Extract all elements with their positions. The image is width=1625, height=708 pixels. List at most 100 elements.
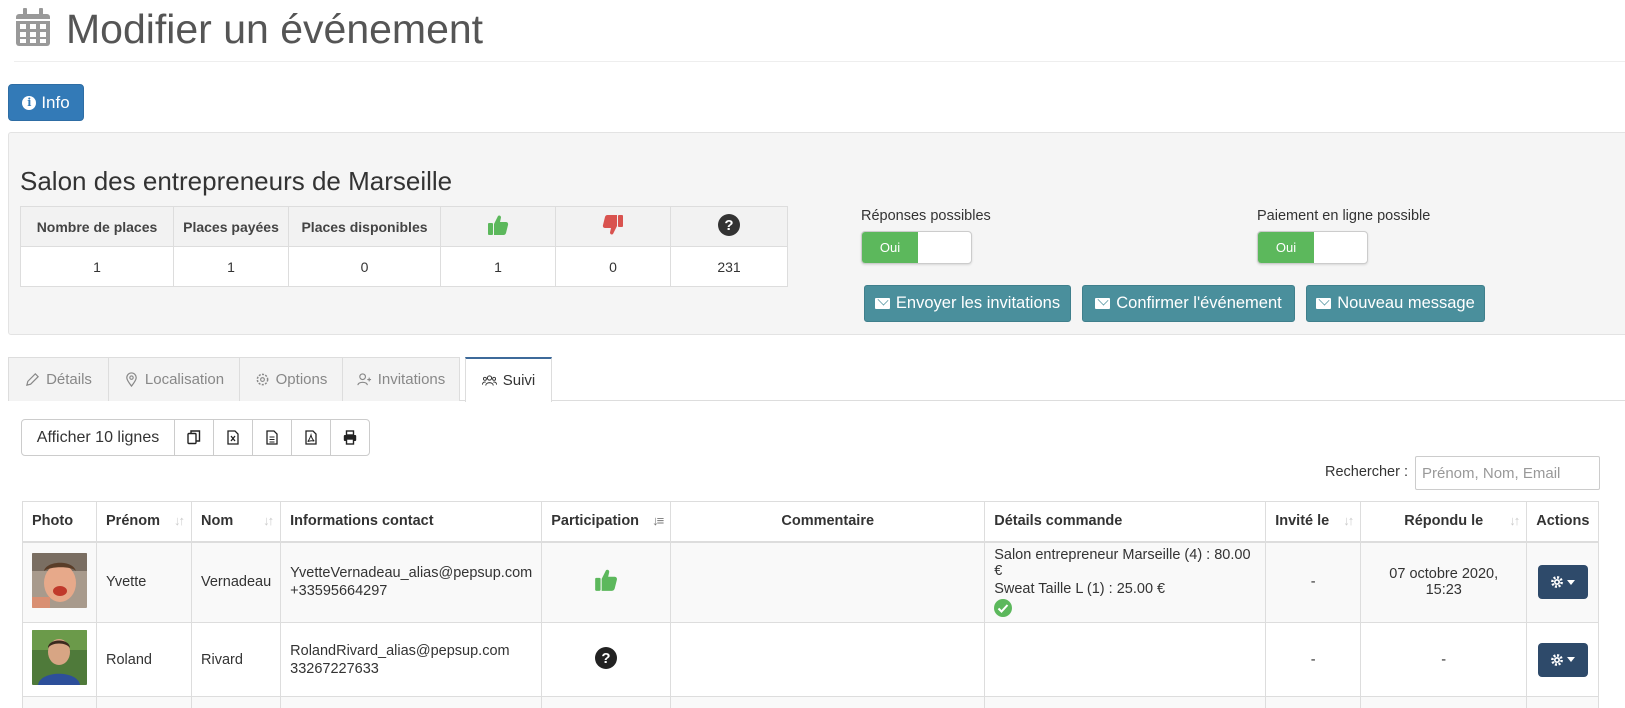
- last-name: Vernadeau: [190, 541, 282, 623]
- user-plus-icon: [357, 373, 371, 386]
- order-details: [984, 696, 1267, 708]
- sort-icon: ↓↑: [174, 513, 185, 528]
- thumbs-up-icon: [595, 569, 618, 592]
- photo-cell: [22, 541, 97, 623]
- send-invitations-button[interactable]: Envoyer les invitations: [864, 285, 1071, 322]
- contact-email: RolandRivard_alias@pepsup.com: [290, 642, 510, 659]
- confirm-event-button[interactable]: Confirmer l'événement: [1082, 285, 1295, 322]
- info-button[interactable]: i Info: [8, 84, 84, 121]
- invited-date: -: [1265, 541, 1362, 623]
- page-header: Modifier un événement: [14, 0, 1625, 62]
- replied-date: [1360, 696, 1528, 708]
- sort-icon: ↓↑: [1343, 513, 1354, 528]
- tab-invitations-label: Invitations: [377, 371, 446, 388]
- pdf-button[interactable]: [291, 420, 330, 455]
- show-rows-button[interactable]: Afficher 10 lignes: [22, 420, 174, 455]
- order-details: Salon entrepreneur Marseille (4) : 80.00…: [984, 541, 1267, 623]
- comment-cell: [670, 541, 986, 623]
- new-message-button[interactable]: Nouveau message: [1306, 285, 1485, 322]
- tab-details-label: Détails: [46, 371, 92, 388]
- col-replied-label: Répondu le: [1404, 513, 1484, 530]
- actions-cell: [1526, 622, 1600, 697]
- participation-cell: ?: [541, 622, 672, 697]
- tab-localisation[interactable]: Localisation: [108, 357, 240, 401]
- table-row: Roland Rivard RolandRivard_alias@pepsup.…: [22, 622, 1600, 697]
- search-label: Rechercher :: [1325, 464, 1409, 480]
- payment-toggle[interactable]: Oui: [1257, 231, 1368, 264]
- col-order-details: Détails commande: [984, 501, 1267, 543]
- col-last-name-label: Nom: [201, 513, 234, 530]
- comment-cell: [670, 696, 986, 708]
- col-actions: Actions: [1526, 501, 1600, 543]
- gear-icon: [1551, 576, 1564, 589]
- tab-suivi[interactable]: Suivi: [465, 357, 552, 402]
- stats-header-paid: Places payées: [173, 206, 289, 247]
- order-line: Salon entrepreneur Marseille (4) : 80.00…: [994, 547, 1251, 580]
- print-icon: [343, 430, 357, 445]
- contact-phone: 33267227633: [290, 660, 379, 677]
- attendees-table: Photo Prénom ↓↑ Nom ↓↑ Informations contac…: [22, 501, 1600, 708]
- pencil-icon: [26, 373, 40, 386]
- tab-details[interactable]: Détails: [8, 357, 109, 401]
- col-replied[interactable]: Répondu le ↓↑: [1360, 501, 1528, 543]
- confirm-event-label: Confirmer l'événement: [1116, 294, 1282, 312]
- replied-date: 07 octobre 2020, 15:23: [1360, 541, 1528, 623]
- print-button[interactable]: [330, 420, 369, 455]
- info-button-label: Info: [41, 92, 70, 112]
- sort-icon: ↓↑: [1509, 513, 1520, 528]
- payment-toggle-on: Oui: [1258, 232, 1314, 263]
- col-participation[interactable]: Participation ↓≡: [541, 501, 672, 543]
- payment-label: Paiement en ligne possible: [1257, 208, 1431, 224]
- stats-header-available: Places disponibles: [288, 206, 441, 247]
- col-invited[interactable]: Invité le ↓↑: [1265, 501, 1362, 543]
- excel-button[interactable]: [213, 420, 252, 455]
- csv-button[interactable]: [252, 420, 291, 455]
- copy-button[interactable]: [174, 420, 213, 455]
- comment-cell: [670, 622, 986, 697]
- col-contact: Informations contact: [280, 501, 543, 543]
- csv-icon: [266, 430, 278, 445]
- participation-cell: [541, 696, 672, 708]
- stats-table: Nombre de places Places payées Places di…: [20, 206, 788, 287]
- actions-cell: [1526, 696, 1600, 708]
- envelope-icon: [1316, 298, 1332, 309]
- page-title: Modifier un événement: [66, 6, 484, 52]
- pdf-icon: [305, 430, 317, 445]
- caret-down-icon: [1567, 657, 1576, 662]
- photo-cell: [22, 622, 97, 697]
- contact-info: YvetteVernadeau_alias@pepsup.com +335956…: [280, 541, 543, 623]
- stats-value-no: 0: [555, 246, 671, 287]
- table-row: Yvette Vernadeau YvetteVernadeau_alias@p…: [22, 541, 1600, 623]
- stats-value-unknown: 231: [670, 246, 788, 287]
- contact-phone: +33595664297: [290, 583, 388, 600]
- col-first-name-label: Prénom: [106, 513, 160, 530]
- copy-icon: [187, 430, 201, 445]
- table-tools: Afficher 10 lignes: [21, 419, 370, 456]
- col-comment: Commentaire: [670, 501, 986, 543]
- photo-cell: [22, 696, 97, 708]
- contact-email: YvetteVernadeau_alias@pepsup.com: [290, 565, 533, 582]
- col-first-name[interactable]: Prénom ↓↑: [96, 501, 192, 543]
- col-last-name[interactable]: Nom ↓↑: [190, 501, 282, 543]
- invited-date: -: [1265, 622, 1362, 697]
- sort-desc-icon: ↓≡: [652, 513, 664, 528]
- row-actions-button[interactable]: [1537, 565, 1588, 600]
- participation-cell: [541, 541, 672, 623]
- question-circle-icon: ?: [718, 214, 740, 236]
- contact-info: [280, 696, 543, 708]
- svg-text:?: ?: [602, 650, 611, 667]
- contact-info: RolandRivard_alias@pepsup.com 3326722763…: [280, 622, 543, 697]
- envelope-icon: [1095, 298, 1111, 309]
- search-input[interactable]: [1415, 456, 1600, 490]
- row-actions-button[interactable]: [1537, 642, 1588, 677]
- new-message-label: Nouveau message: [1337, 294, 1475, 312]
- tab-options[interactable]: Options: [239, 357, 343, 401]
- tab-invitations[interactable]: Invitations: [342, 357, 460, 401]
- first-name: [96, 696, 192, 708]
- stats-value-available: 0: [288, 246, 441, 287]
- last-name: Rivard: [190, 622, 282, 697]
- responses-toggle[interactable]: Oui: [861, 231, 972, 264]
- responses-label: Réponses possibles: [861, 208, 991, 224]
- col-participation-label: Participation: [551, 513, 640, 530]
- invited-date: [1265, 696, 1362, 708]
